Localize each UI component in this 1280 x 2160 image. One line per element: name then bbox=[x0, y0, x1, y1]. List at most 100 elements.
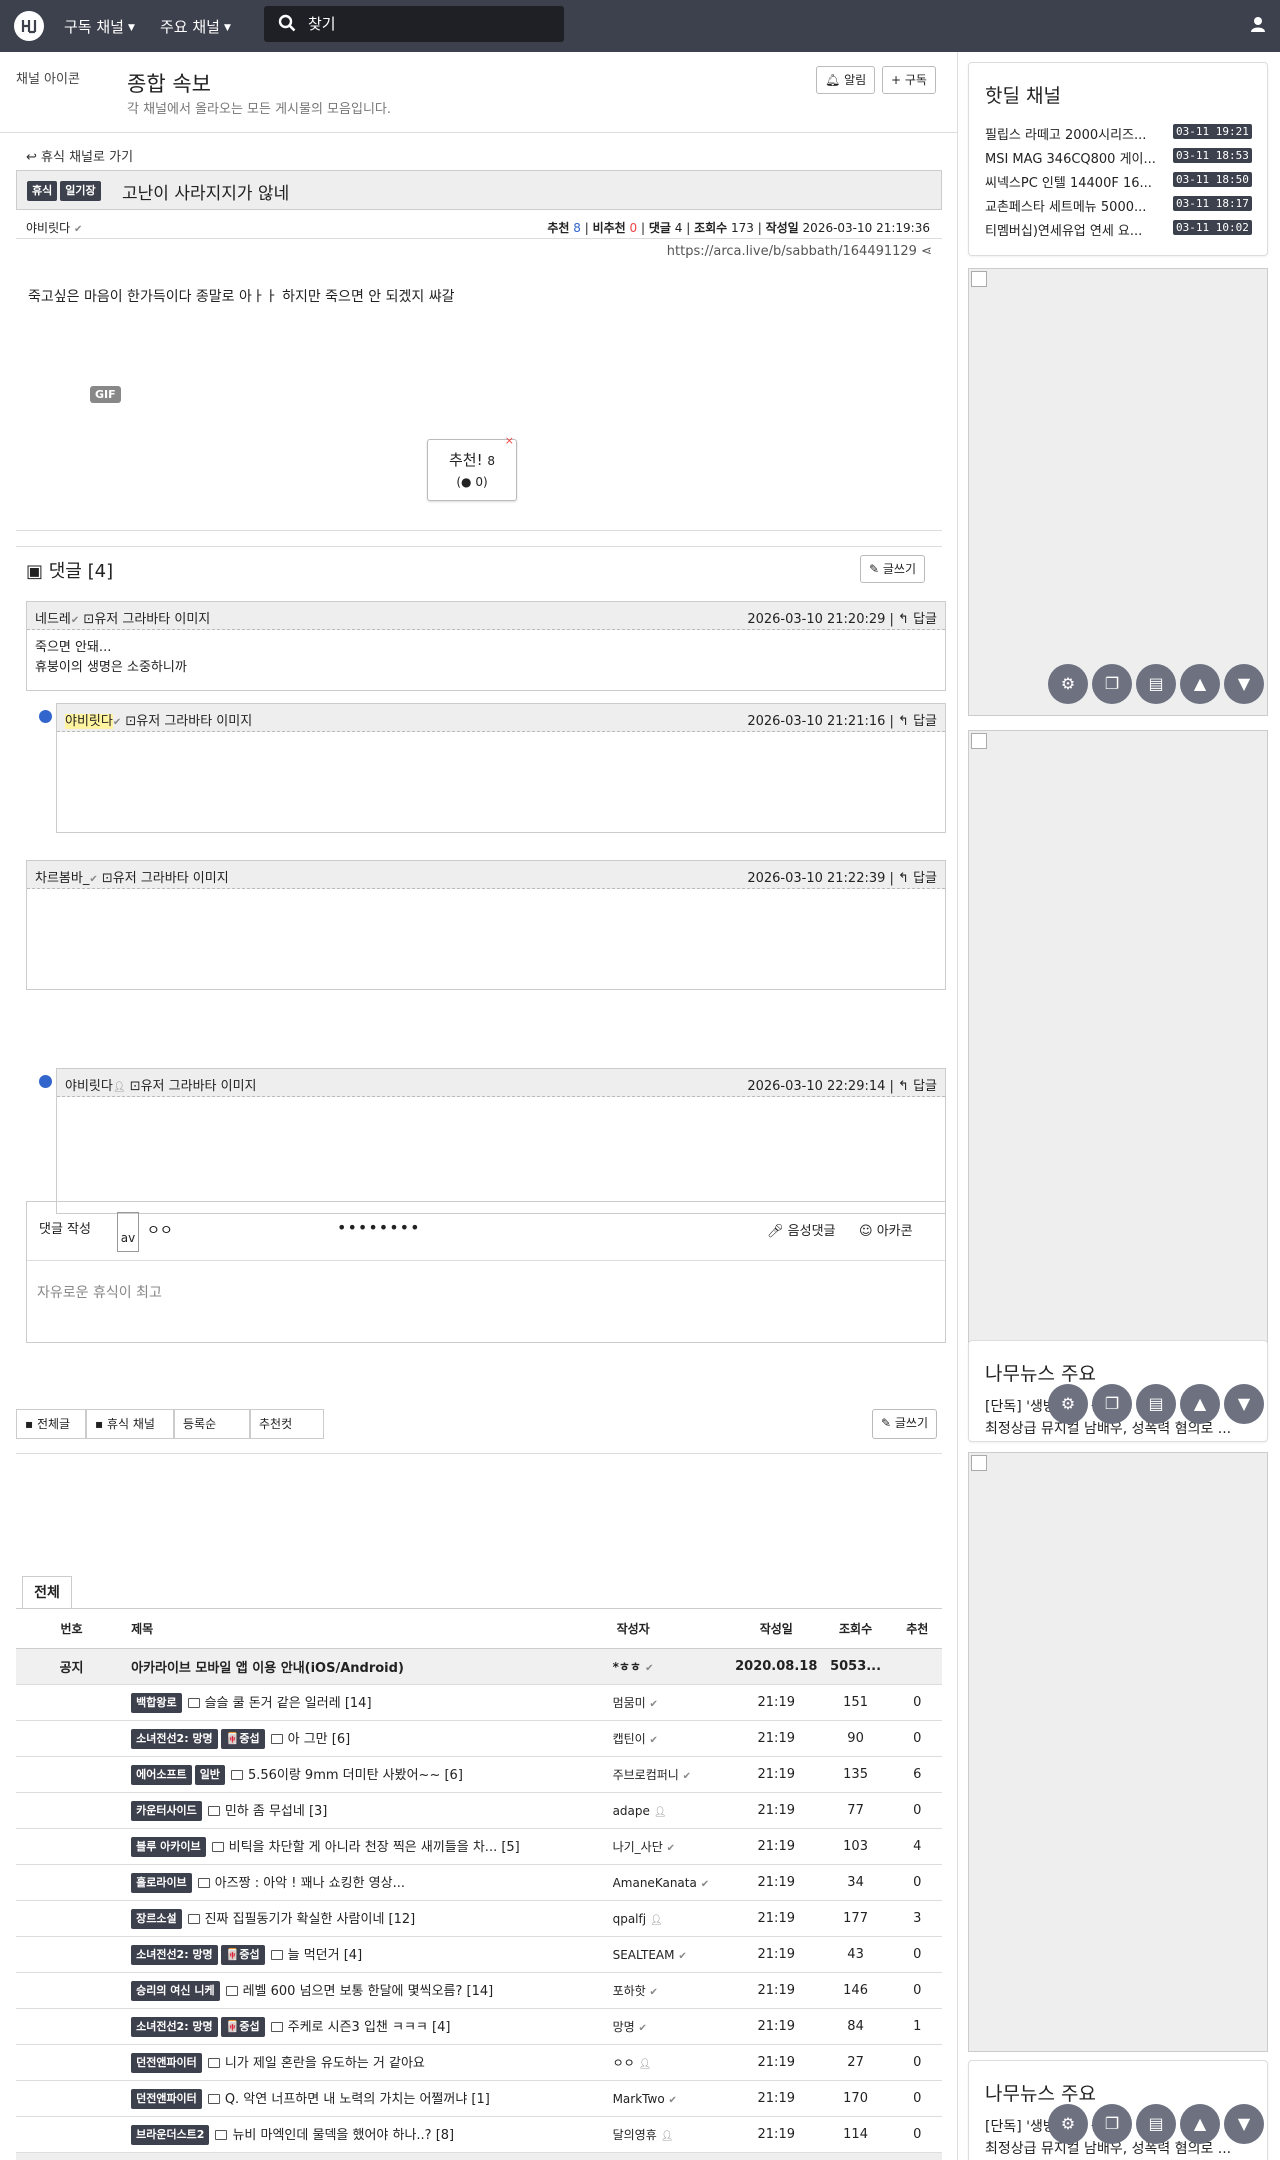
post-title-cell[interactable]: 장르소설 진짜 집필동기가 확실한 사람이네 [12] bbox=[127, 1900, 613, 1937]
recommend-button[interactable]: × 추천! 8 (● 0) bbox=[427, 434, 517, 501]
reply-button[interactable]: ↰ 답글 bbox=[898, 1079, 937, 1094]
emoticon-button[interactable]: ☺ 아카콘 bbox=[859, 1220, 913, 1239]
post-title-cell[interactable]: 소녀전선2: 망명 🀄중섭 늘 먹던거 [4] bbox=[127, 1936, 613, 1973]
table-row[interactable]: 홀로라이브 아즈짱 : 아악 ! 꽤나 쇼킹한 영상... AmaneKanata … bbox=[16, 1864, 942, 1901]
settings-button[interactable]: ⚙ bbox=[1048, 664, 1088, 704]
subscribed-channels-menu[interactable]: 구독 채널 ▼ bbox=[64, 16, 135, 37]
post-title[interactable]: 비틱을 차단할 게 아니라 천장 찍은 새끼들을 차... [5] bbox=[229, 1840, 520, 1855]
channel-tag[interactable]: 브라운더스트2 bbox=[131, 2125, 210, 2146]
post-title-cell[interactable]: 홀로라이브 아즈짱 : 아악 ! 꽤나 쇼킹한 영상... bbox=[127, 1864, 613, 1901]
scroll-bottom-button[interactable]: ▼ bbox=[1224, 2104, 1264, 2144]
reply-button[interactable]: ↰ 답글 bbox=[898, 871, 937, 886]
post-title-cell[interactable]: 소녀전선2: 망명 🀄중섭 아 그만 [6] bbox=[127, 1720, 613, 1757]
post-title-cell[interactable]: 블루 아카이브 비틱을 차단할 게 아니라 천장 찍은 새끼들을 차... [5] bbox=[127, 1828, 613, 1865]
channel-tag[interactable]: 던전앤파이터 bbox=[131, 2053, 202, 2074]
post-author[interactable]: 캡틴이 ✔ bbox=[612, 1720, 734, 1757]
post-author[interactable]: 주브로컴퍼니 ✔ bbox=[612, 1756, 734, 1793]
post-tag[interactable]: 휴식 bbox=[27, 181, 58, 201]
post-author[interactable]: qpalfj 👤︎ bbox=[612, 1900, 734, 1937]
close-icon[interactable]: × bbox=[505, 434, 514, 447]
channel-tag[interactable]: 블루 아카이브 bbox=[131, 1837, 206, 1858]
table-row[interactable]: 블루 아카이브 비틱을 차단할 게 아니라 천장 찍은 새끼들을 차... [5]… bbox=[16, 1828, 942, 1865]
post-author[interactable]: 망명 ✔ bbox=[612, 2008, 734, 2045]
post-title[interactable]: 아즈짱 : 아악 ! 꽤나 쇼킹한 영상... bbox=[215, 1876, 405, 1891]
post-title[interactable]: 민하 좀 무섭네 [3] bbox=[225, 1804, 328, 1819]
post-author[interactable]: 야비릿다 ✔ bbox=[612, 2152, 734, 2160]
password-input[interactable]: •••••••• bbox=[337, 1218, 421, 1237]
channel-tag[interactable]: 🀄중섭 bbox=[220, 2017, 265, 2038]
post-author[interactable]: MarkTwo ✔ bbox=[612, 2080, 734, 2117]
channel-tag[interactable]: 소녀전선2: 망명 bbox=[131, 1945, 218, 1966]
post-tag[interactable]: 일기장 bbox=[60, 181, 101, 201]
user-icon[interactable] bbox=[1250, 16, 1266, 36]
channel-tag[interactable]: 소녀전선2: 망명 bbox=[131, 2017, 218, 2038]
channel-tag[interactable]: 소녀전선2: 망명 bbox=[131, 1729, 218, 1750]
hotdeal-item[interactable]: MSI MAG 346CQ800 게이... 03-11 18:53 bbox=[969, 144, 1267, 168]
post-author[interactable]: 야비릿다 ✔ bbox=[26, 219, 82, 236]
comment-write-button[interactable]: ✎ 글쓰기 bbox=[860, 555, 926, 583]
search-input[interactable] bbox=[308, 10, 548, 38]
best-filter-select[interactable]: 추천컷 bbox=[250, 1409, 324, 1439]
notice-row[interactable]: 공지 아카라이브 모바일 앱 이용 안내(iOS/Android) *ㅎㅎ ✔ … bbox=[16, 1648, 942, 1685]
scroll-top-button[interactable]: ▲ bbox=[1180, 664, 1220, 704]
comment-author[interactable]: 야비릿다 bbox=[65, 1079, 113, 1094]
channel-tag[interactable]: 장르소설 bbox=[131, 1909, 182, 1930]
nickname-input[interactable]: ㅇㅇ bbox=[147, 1220, 173, 1240]
settings-button[interactable]: ⚙ bbox=[1048, 1384, 1088, 1424]
post-author[interactable]: 포하핫 ✔ bbox=[612, 1972, 734, 2009]
comments-jump-button[interactable]: ❐ bbox=[1092, 2104, 1132, 2144]
table-row[interactable]: 소녀전선2: 망명 🀄중섭 늘 먹던거 [4] SEALTEAM ✔ 21:19 43 0 bbox=[16, 1936, 942, 1973]
hotdeal-item[interactable]: 티멤버십)연세유업 연세 요... 03-11 10:02 bbox=[969, 216, 1267, 240]
post-title-cell[interactable]: 던전앤파이터 니가 제일 혼란을 유도하는 거 같아요 bbox=[127, 2044, 613, 2081]
arca-logo-icon[interactable] bbox=[14, 11, 44, 41]
list-jump-button[interactable]: ▤ bbox=[1136, 1384, 1176, 1424]
post-title[interactable]: 늘 먹던거 [4] bbox=[288, 1948, 363, 1963]
channel-tag[interactable]: 🀄중섭 bbox=[220, 1945, 265, 1966]
channel-tag[interactable]: 카운터사이드 bbox=[131, 1801, 202, 1822]
comments-jump-button[interactable]: ❐ bbox=[1092, 664, 1132, 704]
comment-author[interactable]: 차르봄바_ bbox=[35, 871, 89, 886]
channel-tag[interactable]: 에어소프트 bbox=[131, 1765, 192, 1786]
voice-comment-button[interactable]: 🎤︎ 음성댓글 bbox=[767, 1220, 836, 1239]
post-title[interactable]: 레벨 600 넘으면 보통 한달에 몇씩오름? [14] bbox=[243, 1984, 494, 1999]
post-author[interactable]: AmaneKanata ✔ bbox=[612, 1864, 734, 1901]
main-channels-menu[interactable]: 주요 채널 ▼ bbox=[160, 16, 231, 37]
hotdeal-title[interactable]: 핫딜 채널 bbox=[985, 81, 1267, 108]
comments-jump-button[interactable]: ❐ bbox=[1092, 1384, 1132, 1424]
hotdeal-item[interactable]: 필립스 라떼고 2000시리즈... 03-11 19:21 bbox=[969, 120, 1267, 144]
post-write-button[interactable]: ✎ 글쓰기 bbox=[872, 1409, 938, 1439]
comment-textarea[interactable]: 자유로운 휴식이 최고 bbox=[37, 1282, 162, 1302]
post-author[interactable]: SEALTEAM ✔ bbox=[612, 1936, 734, 1973]
table-row[interactable]: 휴식일기장고난이 사라지지가 않네 [4]야비릿다 ✔21:191748 bbox=[16, 2152, 942, 2160]
post-title-cell[interactable]: 던전앤파이터 Q. 악연 너프하면 내 노력의 가치는 어쩔꺼냐 [1] bbox=[127, 2080, 613, 2117]
post-title-cell[interactable]: 카운터사이드 민하 좀 무섭네 [3] bbox=[127, 1792, 613, 1829]
post-title-cell[interactable]: 승리의 여신 니케 레벨 600 넘으면 보통 한달에 몇씩오름? [14] bbox=[127, 1972, 613, 2009]
post-author[interactable]: 달의영휴 👤︎ bbox=[612, 2116, 734, 2153]
table-row[interactable]: 승리의 여신 니케 레벨 600 넘으면 보통 한달에 몇씩오름? [14] 포하핫… bbox=[16, 1972, 942, 2009]
post-title[interactable]: 아카라이브 모바일 앱 이용 안내(iOS/Android) bbox=[127, 1648, 613, 1685]
list-jump-button[interactable]: ▤ bbox=[1136, 664, 1176, 704]
list-jump-button[interactable]: ▤ bbox=[1136, 2104, 1176, 2144]
post-title-cell[interactable]: 소녀전선2: 망명 🀄중섭 주케로 시즌3 입챈 ㅋㅋㅋ [4] bbox=[127, 2008, 613, 2045]
news-title[interactable]: 나무뉴스 주요 bbox=[985, 1359, 1267, 1386]
post-title-cell[interactable]: 휴식일기장고난이 사라지지가 않네 [4] bbox=[127, 2152, 613, 2160]
table-row[interactable]: 카운터사이드 민하 좀 무섭네 [3] adape 👤︎ 21:19 77 0 bbox=[16, 1792, 942, 1829]
table-row[interactable]: 던전앤파이터 니가 제일 혼란을 유도하는 거 같아요 ㅇㅇ 👤︎ 21:19 27 0 bbox=[16, 2044, 942, 2081]
post-url[interactable]: https://arca.live/b/sabbath/164491129 ⋖ bbox=[667, 244, 932, 259]
scroll-top-button[interactable]: ▲ bbox=[1180, 1384, 1220, 1424]
channel-tag[interactable]: 백합왕로 bbox=[131, 1693, 182, 1714]
post-title[interactable]: 슬슬 쿨 돈거 같은 일러레 [14] bbox=[205, 1696, 372, 1711]
ad-banner[interactable] bbox=[968, 730, 1268, 1380]
post-title-cell[interactable]: 에어소프트 일반 5.56이랑 9mm 더미탄 사봤어~~ [6] bbox=[127, 1756, 613, 1793]
channel-title[interactable]: 종합 속보 bbox=[127, 68, 211, 98]
channel-tag[interactable]: 승리의 여신 니케 bbox=[131, 1981, 220, 2002]
reply-button[interactable]: ↰ 답글 bbox=[898, 714, 937, 729]
post-title[interactable]: Q. 악연 너프하면 내 노력의 가치는 어쩔꺼냐 [1] bbox=[225, 2092, 490, 2107]
channel-tag[interactable]: 홀로라이브 bbox=[131, 1873, 192, 1894]
hotdeal-item[interactable]: 씨넥스PC 인텔 14400F 16... 03-11 18:50 bbox=[969, 168, 1267, 192]
all-posts-button[interactable]: ▪ 전체글 bbox=[16, 1409, 86, 1439]
post-title[interactable]: 뉴비 마엑인데 물덱을 했어야 하나..? [8] bbox=[232, 2128, 454, 2143]
post-title-cell[interactable]: 백합왕로 슬슬 쿨 돈거 같은 일러레 [14] bbox=[127, 1684, 613, 1721]
post-title[interactable]: 니가 제일 혼란을 유도하는 거 같아요 bbox=[225, 2056, 425, 2071]
table-row[interactable]: 백합왕로 슬슬 쿨 돈거 같은 일러레 [14] 멈뭄미 ✔ 21:19 151 0 bbox=[16, 1684, 942, 1721]
